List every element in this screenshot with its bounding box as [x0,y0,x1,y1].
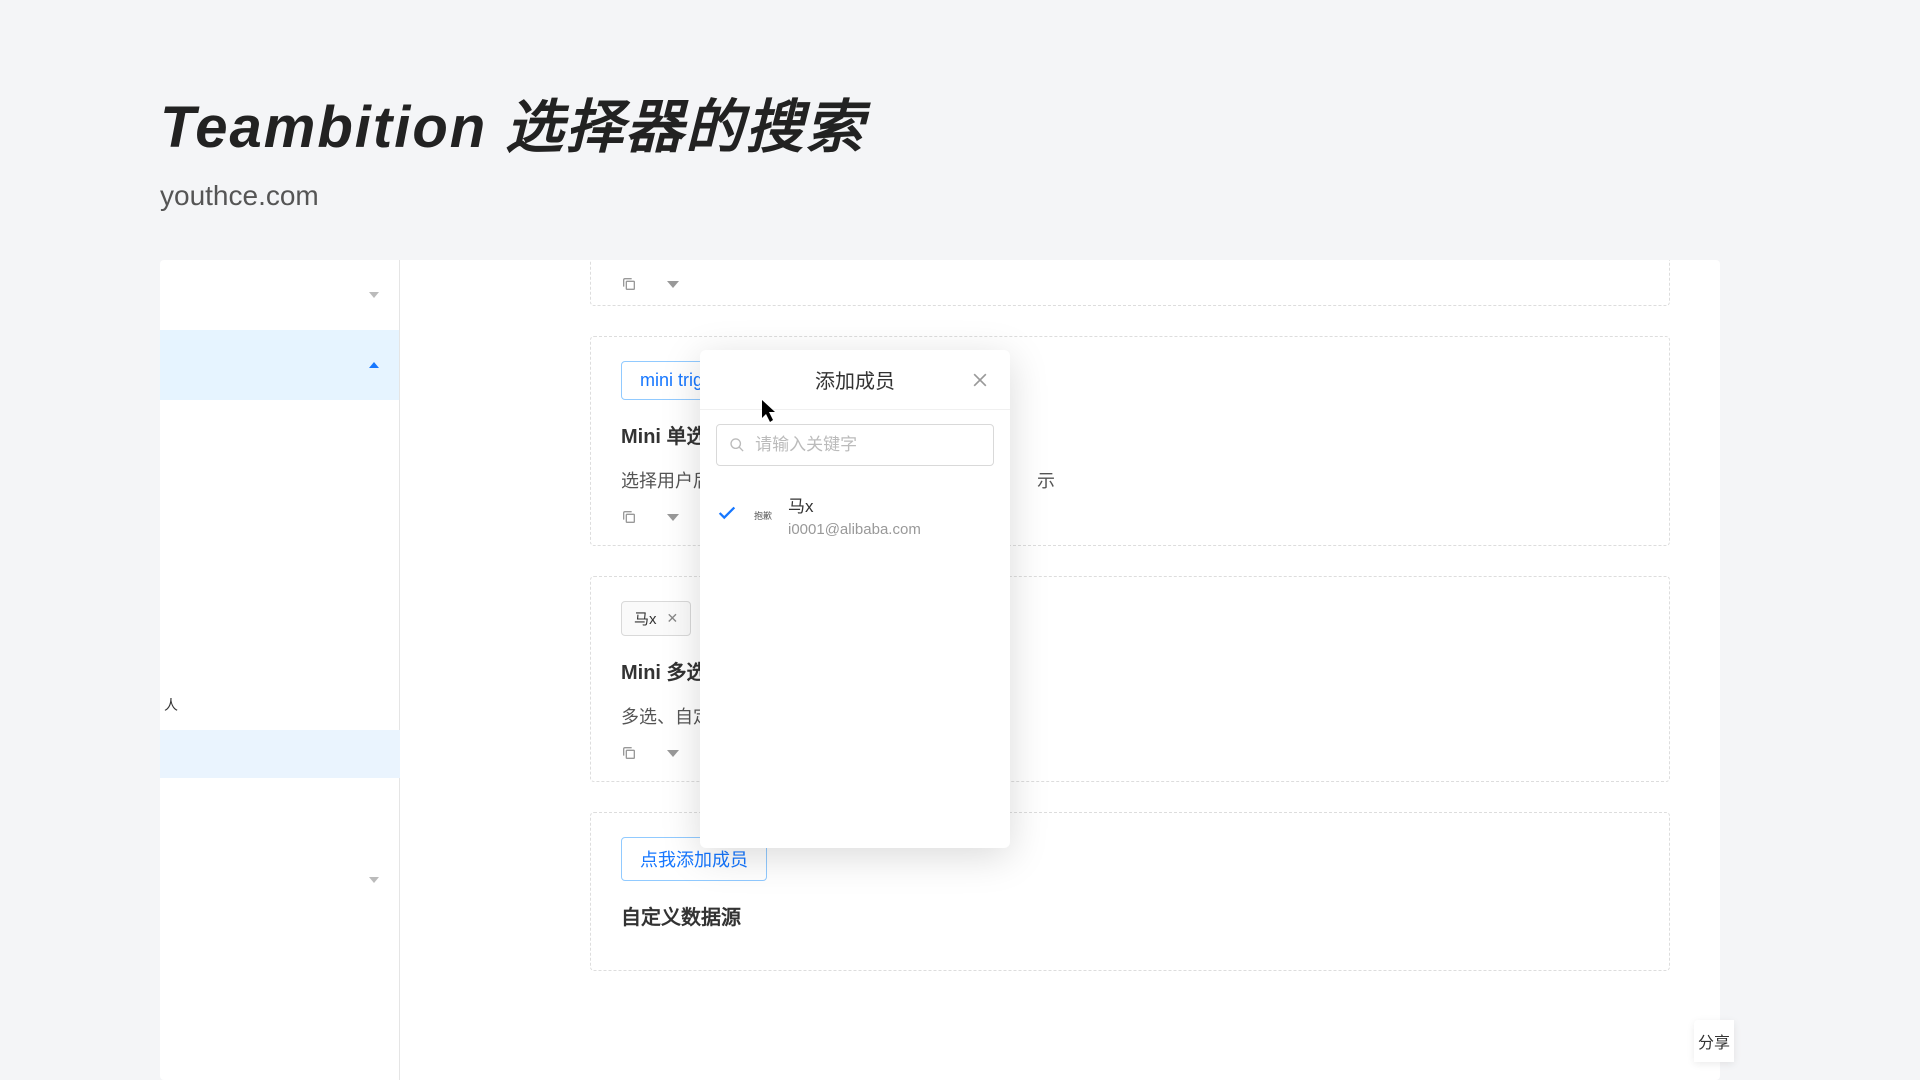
sidebar-text-row[interactable]: 人 [160,680,400,730]
sidebar-collapse-item-3[interactable] [160,845,399,915]
copy-icon[interactable] [621,509,637,525]
close-icon[interactable] [970,370,990,390]
section-partial-top [590,260,1670,306]
search-wrap [700,410,1010,480]
chevron-down-icon[interactable] [667,750,679,757]
sidebar: 人 [160,260,400,1080]
cursor-icon [762,400,778,416]
share-label: 分享 [1698,1029,1730,1053]
search-icon [729,436,745,454]
member-avatar: 抱歉 [752,509,774,522]
chevron-down-icon[interactable] [667,514,679,521]
page-title: Teambition 选择器的搜索 [160,80,865,164]
code-action-row [621,276,1639,292]
popover-header: 添加成员 [700,350,1010,410]
sidebar-highlighted-row[interactable] [160,730,400,778]
share-tab[interactable]: 分享 [1694,1020,1734,1062]
sidebar-collapse-item-1[interactable] [160,260,399,330]
tag-chip-label: 马x [634,608,657,629]
tag-chip[interactable]: 马x ✕ [621,601,691,636]
search-input[interactable] [755,435,981,455]
search-box[interactable] [716,424,994,466]
copy-icon[interactable] [621,745,637,761]
copy-icon[interactable] [621,276,637,292]
add-member-popover: 添加成员 抱歉 马x i0001@alibaba.com [700,350,1010,848]
check-icon [716,502,738,529]
caret-up-icon [369,362,379,368]
caret-down-icon [369,292,379,298]
member-email: i0001@alibaba.com [788,521,921,538]
sidebar-collapse-item-2-active[interactable] [160,330,399,400]
content-area: mini trigger Mini 单选 选择用户后立即 示 马x ✕ Mini… [400,260,1720,1080]
caret-down-icon [369,877,379,883]
tag-remove-icon[interactable]: ✕ [667,610,679,627]
popover-title: 添加成员 [815,365,895,394]
section-label-custom-source: 自定义数据源 [621,901,1639,930]
member-result-row[interactable]: 抱歉 马x i0001@alibaba.com [700,480,1010,550]
page-subtitle: youthce.com [160,180,865,212]
member-name: 马x [788,492,921,517]
chevron-down-icon[interactable] [667,281,679,288]
